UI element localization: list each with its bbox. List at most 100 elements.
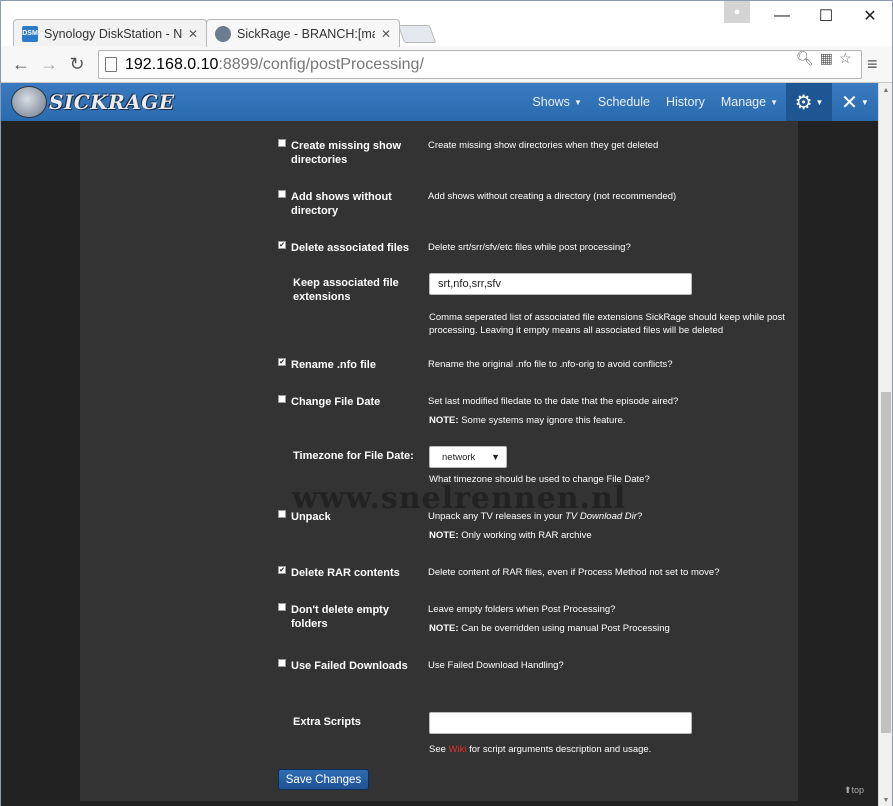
scrollbar-thumb[interactable] xyxy=(881,392,891,733)
menu-history[interactable]: History xyxy=(658,83,713,121)
url-host: 192.168.0.10 xyxy=(125,55,219,73)
tab-strip: DSM Synology DiskStation - NA ✕ SickRage… xyxy=(1,1,892,47)
unpack-checkbox[interactable] xyxy=(278,510,286,518)
settings-gear-button[interactable]: ⚙ ▼ xyxy=(786,83,832,121)
menu-manage[interactable]: Manage ▼ xyxy=(713,83,786,121)
timezone-label: Timezone for File Date: xyxy=(293,450,414,462)
keep-extensions-input[interactable]: srt,nfo,srr,sfv xyxy=(429,273,692,295)
wiki-link[interactable]: Wiki xyxy=(449,744,467,755)
arrow-up-icon: ⬆ xyxy=(844,785,852,795)
caret-down-icon: ▼ xyxy=(860,97,869,107)
keep-extensions-desc: Comma seperated list of associated file … xyxy=(429,312,785,336)
page-icon xyxy=(105,57,117,72)
delete-rar-checkbox[interactable]: ✔ xyxy=(278,566,286,574)
unpack-desc-emphasis: TV Download Dir xyxy=(565,511,637,522)
browser-toolbar: ← → ↻ 192.168.0.10:8899/config/postProce… xyxy=(1,46,892,83)
user-profile-icon[interactable]: ● xyxy=(724,1,750,23)
note-label: NOTE: xyxy=(429,623,459,634)
sickrage-navbar: SICKRAGE Shows ▼ Schedule History Manage ▼… xyxy=(1,83,878,121)
delete-rar-desc: Delete content of RAR files, even if Pro… xyxy=(428,567,720,578)
dont-delete-empty-checkbox[interactable] xyxy=(278,603,286,611)
note-text: Only working with RAR archive xyxy=(461,530,592,541)
search-icon[interactable]: 🔍︎ xyxy=(796,50,814,67)
menu-shows[interactable]: Shows ▼ xyxy=(524,83,589,121)
back-icon[interactable]: ← xyxy=(9,52,33,76)
menu-manage-label: Manage xyxy=(720,95,767,109)
minimize-icon[interactable]: — xyxy=(760,1,804,31)
note-text: Some systems may ignore this feature. xyxy=(461,415,626,426)
post-processing-settings: Create missing show directories Create m… xyxy=(80,121,798,801)
delete-associated-label: Delete associated files xyxy=(291,242,410,254)
add-without-dir-label: Add shows without directory xyxy=(291,191,392,217)
unpack-note: NOTE: Only working with RAR archive xyxy=(429,529,789,542)
bookmark-star-icon[interactable]: ☆ xyxy=(839,50,852,67)
rename-nfo-checkbox[interactable]: ✔ xyxy=(278,358,286,366)
timezone-select[interactable]: network ▼ xyxy=(429,446,507,468)
delete-associated-checkbox[interactable]: ✔ xyxy=(278,241,286,249)
browser-menu-icon[interactable]: ≡ xyxy=(867,54,878,75)
tools-icon: ✕ xyxy=(841,91,858,114)
close-window-icon[interactable]: ✕ xyxy=(848,1,892,31)
create-missing-label: Create missing show directories xyxy=(291,140,402,166)
extra-scripts-input[interactable] xyxy=(429,712,692,734)
delete-rar-label: Delete RAR contents xyxy=(291,567,400,579)
scroll-down-icon[interactable]: ▼ xyxy=(879,793,893,806)
rename-nfo-label: Rename .nfo file xyxy=(291,359,376,371)
extra-scripts-label: Extra Scripts xyxy=(293,716,361,728)
note-text: Can be overridden using manual Post Proc… xyxy=(461,623,670,634)
menu-schedule[interactable]: Schedule xyxy=(590,83,658,121)
close-tab-icon[interactable]: ✕ xyxy=(188,27,198,41)
change-file-date-desc: Set last modified filedate to the date t… xyxy=(428,396,679,407)
reload-icon[interactable]: ↻ xyxy=(65,52,89,76)
dsm-icon: DSM xyxy=(22,25,38,42)
url-path: :8899/config/postProcessing/ xyxy=(218,55,424,73)
tab-synology[interactable]: DSM Synology DiskStation - NA ✕ xyxy=(13,19,207,47)
unpack-desc-text: Unpack any TV releases in your xyxy=(428,511,566,522)
scroll-up-icon[interactable]: ▲ xyxy=(879,83,893,97)
browser-window: DSM Synology DiskStation - NA ✕ SickRage… xyxy=(0,0,893,806)
sickrage-icon xyxy=(215,25,231,42)
address-bar[interactable]: 192.168.0.10:8899/config/postProcessing/ xyxy=(98,50,862,79)
change-file-date-label: Change File Date xyxy=(291,396,381,408)
dont-delete-empty-label: Don't delete empty folders xyxy=(291,604,389,630)
address-bar-actions: 🔍︎ ▦ ☆ xyxy=(796,50,852,67)
maximize-icon[interactable]: ☐ xyxy=(804,1,848,31)
use-failed-label: Use Failed Downloads xyxy=(291,660,408,672)
page-scrollbar[interactable]: ▲ ▼ xyxy=(878,83,892,806)
window-controls: — ☐ ✕ xyxy=(760,1,892,31)
sickrage-logo[interactable]: SICKRAGE xyxy=(11,85,175,119)
menu-history-label: History xyxy=(665,95,705,109)
close-tab-icon[interactable]: ✕ xyxy=(381,27,391,41)
save-changes-button[interactable]: Save Changes xyxy=(278,769,369,790)
extra-scripts-desc-text: See xyxy=(429,744,449,755)
page-background: Create missing show directories Create m… xyxy=(1,121,878,806)
unpack-label: Unpack xyxy=(291,511,331,523)
gear-icon: ⚙ xyxy=(794,91,813,114)
translate-icon[interactable]: ▦ xyxy=(820,50,833,67)
back-to-top-link[interactable]: ⬆top xyxy=(844,785,864,796)
dont-delete-empty-desc: Leave empty folders when Post Processing… xyxy=(428,604,616,615)
tab-sickrage[interactable]: SickRage - BRANCH:[maste ✕ xyxy=(206,19,400,47)
new-tab-button[interactable] xyxy=(397,25,437,43)
tools-button[interactable]: ✕ ▼ xyxy=(832,83,878,121)
create-missing-checkbox[interactable] xyxy=(278,139,286,147)
forward-icon[interactable]: → xyxy=(37,52,61,76)
use-failed-checkbox[interactable] xyxy=(278,659,286,667)
use-failed-desc: Use Failed Download Handling? xyxy=(428,660,564,671)
add-without-dir-desc: Add shows without creating a directory (… xyxy=(428,191,677,202)
add-without-dir-checkbox[interactable] xyxy=(278,190,286,198)
note-label: NOTE: xyxy=(429,530,459,541)
note-label: NOTE: xyxy=(429,415,459,426)
create-missing-desc: Create missing show directories when the… xyxy=(428,140,659,151)
delete-associated-desc: Delete srt/srr/sfv/etc files while post … xyxy=(428,242,631,253)
caret-down-icon: ▼ xyxy=(491,452,500,462)
caret-down-icon: ▼ xyxy=(573,97,582,107)
dont-delete-empty-note: NOTE: Can be overridden using manual Pos… xyxy=(429,622,789,635)
change-file-date-checkbox[interactable] xyxy=(278,395,286,403)
keep-extensions-label: Keep associated file extensions xyxy=(293,277,399,303)
unpack-desc: Unpack any TV releases in your TV Downlo… xyxy=(428,510,788,523)
unpack-desc-end: ? xyxy=(636,511,643,522)
logo-wordmark: SICKRAGE xyxy=(49,90,175,114)
timezone-value: network xyxy=(442,451,476,463)
extra-scripts-desc-end: for script arguments description and usa… xyxy=(466,744,652,755)
